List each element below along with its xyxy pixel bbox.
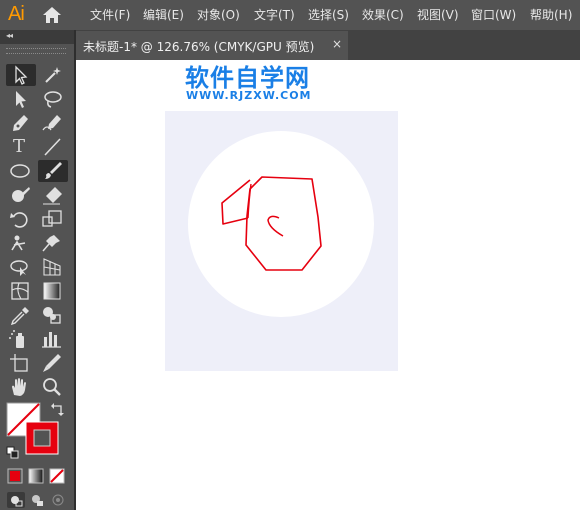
menu-file[interactable]: 文件(F) — [90, 7, 130, 23]
puppet-warp-tool[interactable] — [6, 232, 36, 254]
gradient-mode-button[interactable] — [28, 468, 44, 484]
menu-type[interactable]: 文字(T) — [254, 7, 295, 23]
perspective-icon — [43, 258, 61, 276]
white-circle — [188, 131, 374, 317]
document-tab[interactable]: 未标题-1* @ 126.76% (CMYK/GPU 预览) × — [76, 31, 348, 60]
document-tab-title: 未标题-1* @ 126.76% (CMYK/GPU 预览) — [83, 40, 315, 54]
menu-effect[interactable]: 效果(C) — [362, 7, 404, 23]
curvature-icon — [42, 115, 61, 131]
artboard-tool[interactable] — [6, 352, 36, 374]
selection-tool-icon — [15, 65, 28, 85]
blend-tool[interactable] — [38, 304, 68, 326]
menu-bar: Ai 文件(F) 编辑(E) 对象(O) 文字(T) 选择(S) 效果(C) 视… — [0, 0, 580, 30]
tools-panel: T — [0, 44, 74, 510]
color-mode-button[interactable] — [7, 468, 23, 484]
lasso-icon — [44, 91, 62, 108]
pen-icon — [13, 115, 28, 131]
eraser-tool[interactable] — [38, 184, 68, 206]
rotate-tool[interactable] — [6, 208, 36, 230]
paintbrush-icon — [45, 162, 62, 179]
type-tool[interactable]: T — [6, 136, 36, 158]
puppet-warp-icon — [11, 235, 26, 251]
mesh-tool[interactable] — [6, 280, 36, 302]
menu-help[interactable]: 帮助(H) — [530, 7, 572, 23]
direct-selection-icon — [16, 91, 26, 108]
menu-window[interactable]: 窗口(W) — [471, 7, 516, 23]
free-transform-tool[interactable] — [6, 256, 36, 278]
line-tool-icon — [44, 138, 61, 156]
free-transform-icon — [10, 260, 28, 276]
collapse-panel-icon[interactable]: ◂◂ — [6, 31, 13, 40]
zoom-tool[interactable] — [38, 376, 68, 398]
gradient-tool[interactable] — [38, 280, 68, 302]
curvature-tool[interactable] — [38, 112, 68, 134]
gradient-icon — [43, 282, 61, 300]
menu-select[interactable]: 选择(S) — [308, 7, 349, 23]
scale-tool[interactable] — [38, 208, 68, 230]
pin-tool[interactable] — [38, 232, 68, 254]
hand-icon — [12, 378, 26, 396]
home-icon[interactable] — [41, 5, 63, 25]
shaper-tool[interactable] — [6, 184, 36, 206]
eraser-icon — [43, 187, 62, 205]
symbol-sprayer-icon — [9, 330, 24, 348]
magic-wand-icon — [45, 67, 61, 83]
draw-inside-icon[interactable] — [49, 492, 67, 508]
menu-object[interactable]: 对象(O) — [197, 7, 240, 23]
menu-edit[interactable]: 编辑(E) — [143, 7, 184, 23]
paintbrush-tool[interactable] — [38, 160, 68, 182]
ellipse-tool[interactable] — [6, 160, 36, 182]
draw-normal-icon[interactable] — [7, 492, 25, 508]
swap-fill-stroke-icon[interactable] — [50, 402, 66, 418]
shaper-icon — [12, 187, 30, 202]
artboard-tool-icon — [10, 354, 28, 372]
selection-tool[interactable] — [6, 64, 36, 86]
graph-tool[interactable] — [38, 328, 68, 350]
type-tool-icon: T — [13, 136, 26, 157]
draw-behind-icon[interactable] — [28, 492, 46, 508]
zoom-icon — [43, 378, 61, 396]
lasso-tool[interactable] — [38, 88, 68, 110]
slice-icon — [43, 354, 61, 372]
line-tool[interactable] — [38, 136, 68, 158]
watermark-title: 软件自学网 — [185, 64, 310, 92]
close-icon[interactable]: × — [332, 37, 342, 51]
rotate-icon — [10, 212, 28, 228]
watermark-url: WWW.RJZXW.COM — [186, 89, 312, 102]
scale-icon — [42, 210, 62, 227]
blend-icon — [43, 307, 61, 324]
default-colors-icon[interactable] — [6, 446, 20, 460]
artwork[interactable] — [165, 111, 398, 371]
hand-tool[interactable] — [6, 376, 36, 398]
ellipse-tool-icon — [10, 164, 30, 178]
none-mode-button[interactable] — [49, 468, 65, 484]
panel-grip[interactable] — [6, 48, 66, 54]
mesh-icon — [11, 282, 29, 300]
menu-view[interactable]: 视图(V) — [417, 7, 459, 23]
perspective-grid-tool[interactable] — [38, 256, 68, 278]
slice-tool[interactable] — [38, 352, 68, 374]
pin-icon — [42, 235, 60, 252]
eyedropper-icon — [10, 307, 29, 326]
app-logo: Ai — [8, 3, 25, 25]
pen-tool[interactable] — [6, 112, 36, 134]
magic-wand-tool[interactable] — [38, 64, 68, 86]
direct-selection-tool[interactable] — [6, 88, 36, 110]
eyedropper-tool[interactable] — [6, 304, 36, 326]
symbol-sprayer-tool[interactable] — [6, 328, 36, 350]
graph-icon — [42, 332, 61, 348]
